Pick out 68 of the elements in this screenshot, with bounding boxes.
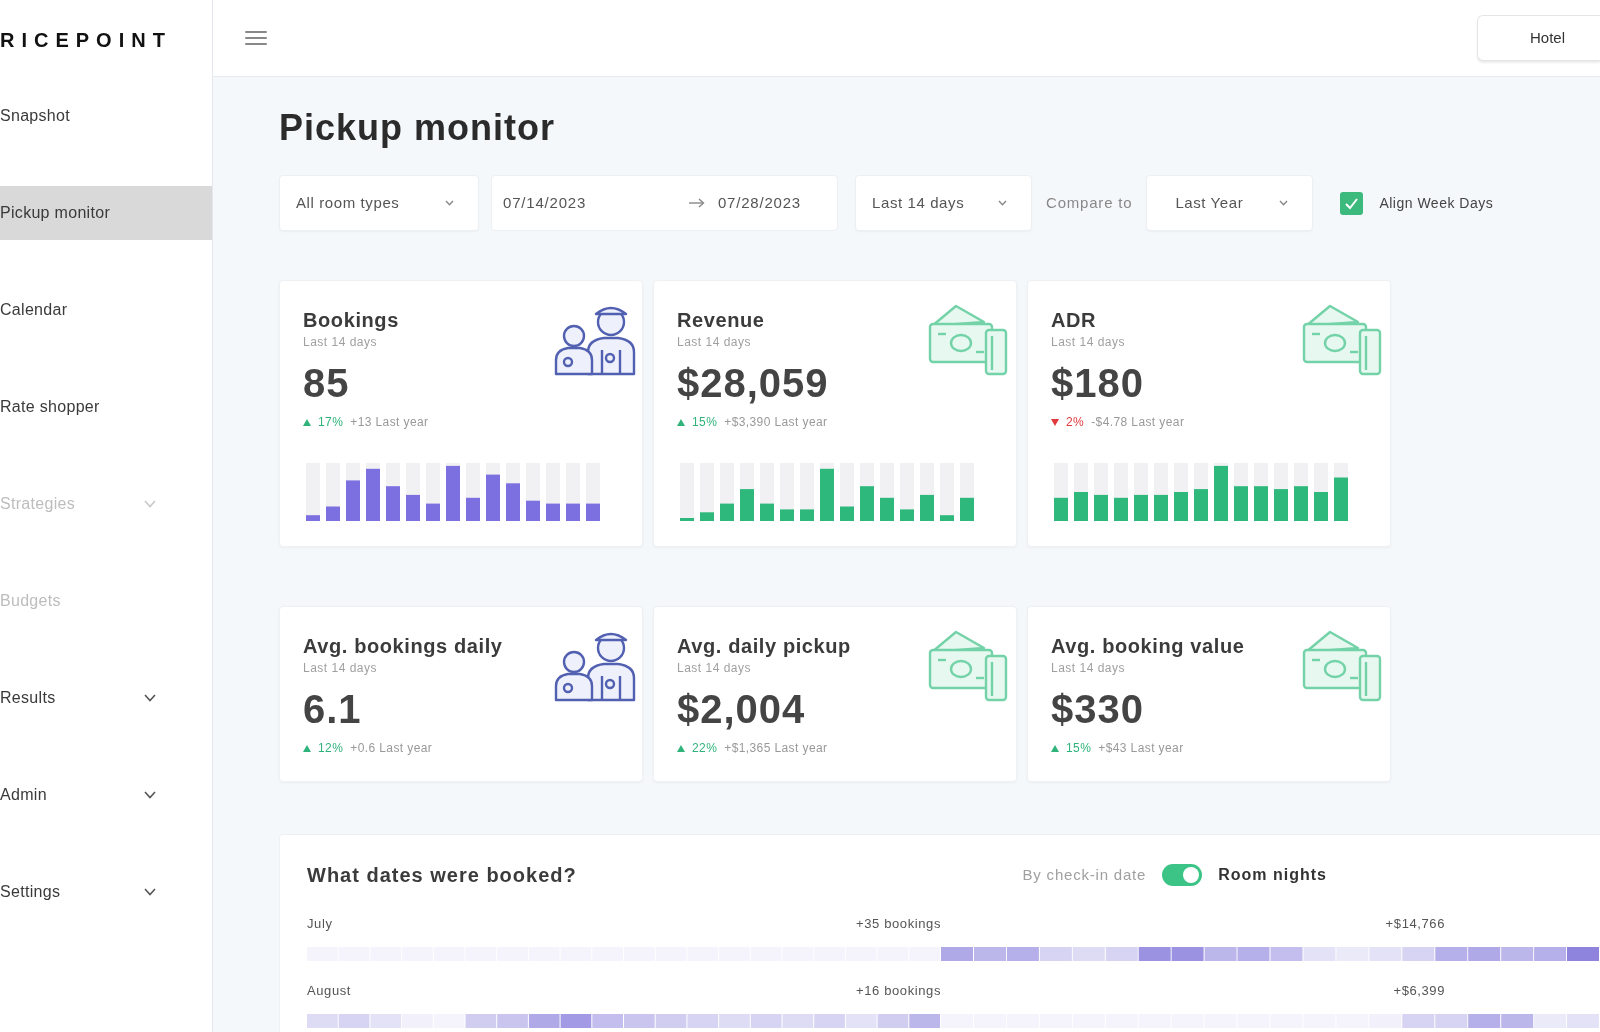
checkbox-label: Align Week Days <box>1379 193 1494 213</box>
checkbox[interactable] <box>1340 191 1364 215</box>
change-percent: 15% <box>1066 740 1092 756</box>
card-title: Revenue <box>677 308 766 332</box>
card-subtitle: Last 14 days <box>303 661 379 675</box>
card-subtitle: Last 14 days <box>1051 335 1127 349</box>
change-comparison: +$1,365 Last year <box>724 740 828 756</box>
change-percent: 2% <box>1066 414 1085 430</box>
toggle-switch[interactable] <box>1162 864 1203 886</box>
change-comparison: +13 Last year <box>350 414 429 430</box>
nav-item[interactable]: Settings <box>0 865 212 919</box>
menu-icon[interactable] <box>245 30 267 46</box>
caret-icon <box>445 200 454 206</box>
change-percent: 12% <box>318 740 344 756</box>
compare-select[interactable]: Last Year <box>1146 175 1314 231</box>
kpi-value: $180 <box>1051 361 1145 405</box>
nav-item[interactable]: Admin <box>0 768 212 822</box>
logo-text: RICEPOINT <box>0 29 172 51</box>
caret-icon <box>998 200 1007 206</box>
revenue-amount: +$6,399 <box>1393 983 1445 998</box>
date-range-field[interactable]: 07/14/2023 07/28/2023 <box>491 175 838 231</box>
bookings-count: +35 bookings <box>856 916 941 932</box>
nav-item[interactable]: Snapshot <box>0 89 212 143</box>
kpi-value: 6.1 <box>303 687 363 731</box>
card-title: Avg. daily pickup <box>677 634 851 658</box>
chevron-down-icon <box>144 791 156 799</box>
month-label: August <box>307 983 352 999</box>
kpi-value: $330 <box>1051 687 1145 731</box>
card-subtitle: Last 14 days <box>677 661 753 675</box>
change-percent: 17% <box>318 414 344 430</box>
nav-item[interactable]: Pickup monitor <box>0 186 212 240</box>
bookings-count: +16 bookings <box>856 983 941 999</box>
nav-item[interactable]: Rate shopper <box>0 380 212 434</box>
card-subtitle: Last 14 days <box>677 335 753 349</box>
card-title: Avg. booking value <box>1051 634 1245 658</box>
change-comparison: +$3,390 Last year <box>724 414 828 430</box>
arrow-right-icon <box>688 198 705 208</box>
nav-item[interactable]: Calendar <box>0 283 212 337</box>
card-subtitle: Last 14 days <box>1051 661 1127 675</box>
nav-item[interactable]: Results <box>0 671 212 725</box>
room-type-select[interactable]: All room types <box>279 175 479 231</box>
revenue-amount: +$14,766 <box>1385 916 1445 931</box>
end-date: 07/28/2023 <box>717 192 801 213</box>
chevron-down-icon <box>144 500 156 508</box>
kpi-value: $28,059 <box>677 361 829 405</box>
card-subtitle: Last 14 days <box>303 335 379 349</box>
change-comparison: +$43 Last year <box>1098 740 1184 756</box>
toggle-label: Room nights <box>1218 865 1327 885</box>
section-title: What dates were booked? <box>307 863 577 887</box>
period-select[interactable]: Last 14 days <box>855 175 1032 231</box>
toggle-label: By check-in date <box>1022 864 1147 885</box>
month-label: July <box>307 916 333 932</box>
start-date: 07/14/2023 <box>503 192 587 213</box>
property-button[interactable]: Hotel <box>1477 15 1600 61</box>
change-percent: 22% <box>692 740 718 756</box>
change-comparison: +0.6 Last year <box>350 740 433 756</box>
compare-label: Compare to <box>1046 192 1133 213</box>
chevron-down-icon <box>144 888 156 896</box>
page-title: Pickup monitor <box>279 108 557 148</box>
kpi-value: 85 <box>303 361 351 405</box>
chevron-down-icon <box>144 694 156 702</box>
change-percent: 15% <box>692 414 718 430</box>
card-title: Bookings <box>303 308 400 332</box>
change-comparison: -$4.78 Last year <box>1091 414 1185 430</box>
kpi-value: $2,004 <box>677 687 807 731</box>
caret-icon <box>1279 200 1289 206</box>
card-title: Avg. bookings daily <box>303 634 503 658</box>
card-title: ADR <box>1051 308 1098 332</box>
